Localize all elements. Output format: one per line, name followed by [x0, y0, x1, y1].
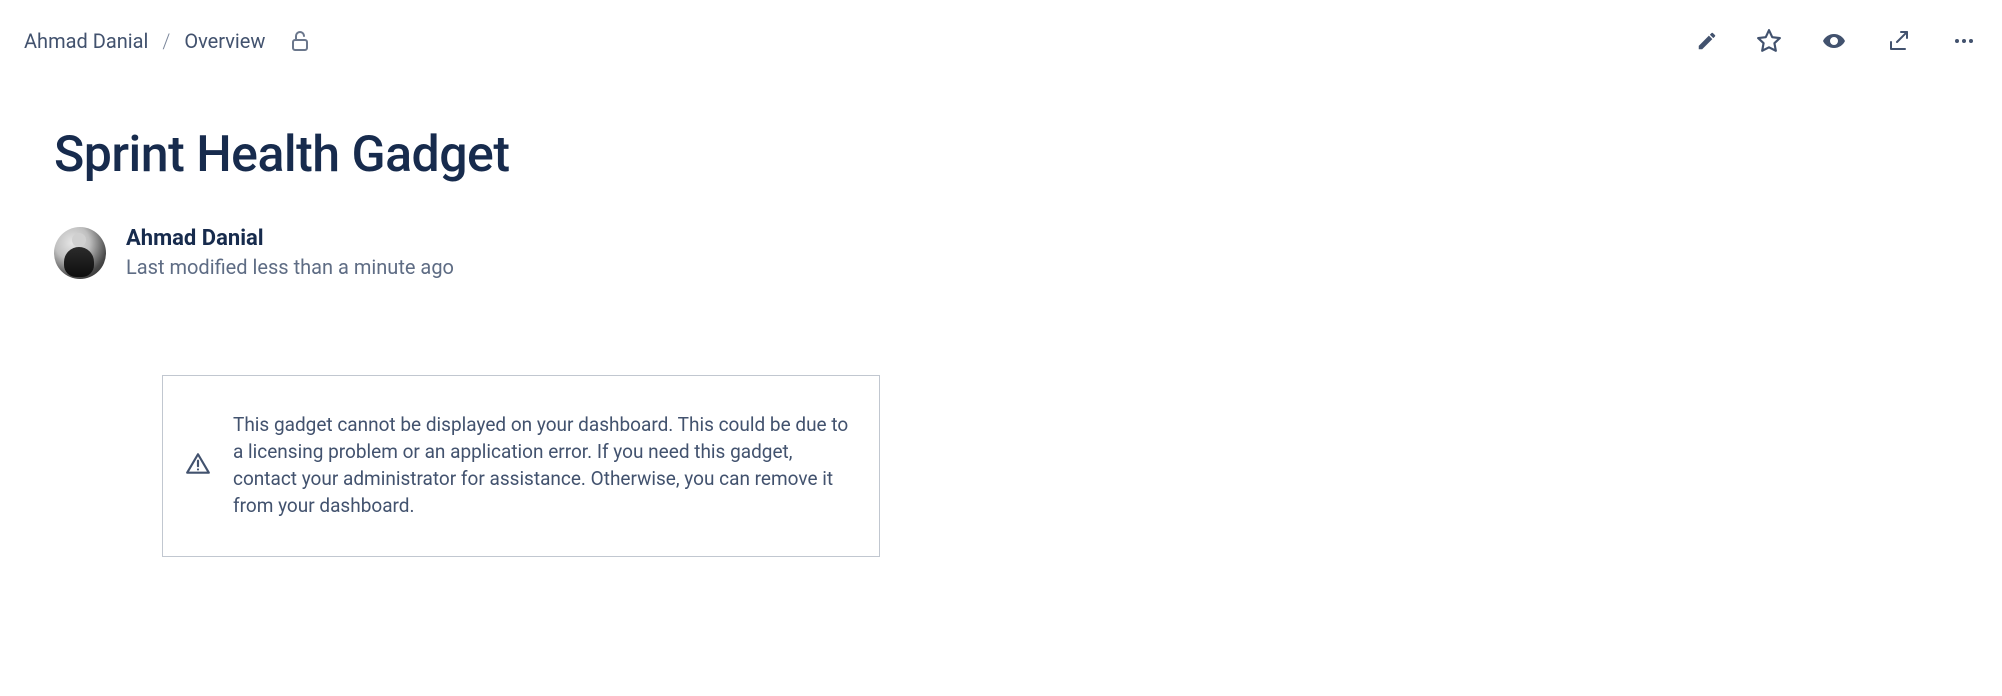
eye-icon [1820, 29, 1848, 53]
warning-icon [185, 451, 211, 481]
author-avatar[interactable] [54, 227, 106, 279]
top-bar: Ahmad Danial / Overview [24, 20, 1978, 62]
more-actions-button[interactable] [1950, 29, 1978, 53]
favorite-button[interactable] [1756, 28, 1782, 54]
share-icon [1886, 29, 1912, 53]
star-icon [1756, 28, 1782, 54]
pencil-icon [1696, 30, 1718, 52]
gadget-error-message: This gadget cannot be displayed on your … [233, 412, 851, 520]
share-button[interactable] [1886, 29, 1912, 53]
byline: Ahmad Danial Last modified less than a m… [54, 226, 1978, 279]
watch-button[interactable] [1820, 29, 1848, 53]
ellipsis-icon [1950, 29, 1978, 53]
page-title: Sprint Health Gadget [54, 126, 1978, 184]
breadcrumb-separator: / [162, 29, 170, 53]
page-action-bar [1696, 28, 1978, 54]
breadcrumb-space-link[interactable]: Ahmad Danial [24, 29, 148, 53]
breadcrumb-page-link[interactable]: Overview [184, 29, 265, 53]
edit-button[interactable] [1696, 30, 1718, 52]
byline-text: Ahmad Danial Last modified less than a m… [126, 226, 454, 279]
last-modified-text: Last modified less than a minute ago [126, 255, 454, 279]
author-name[interactable]: Ahmad Danial [126, 226, 454, 251]
breadcrumb: Ahmad Danial / Overview [24, 29, 313, 53]
unlocked-icon[interactable] [289, 29, 313, 53]
gadget-error-panel: This gadget cannot be displayed on your … [162, 375, 880, 557]
